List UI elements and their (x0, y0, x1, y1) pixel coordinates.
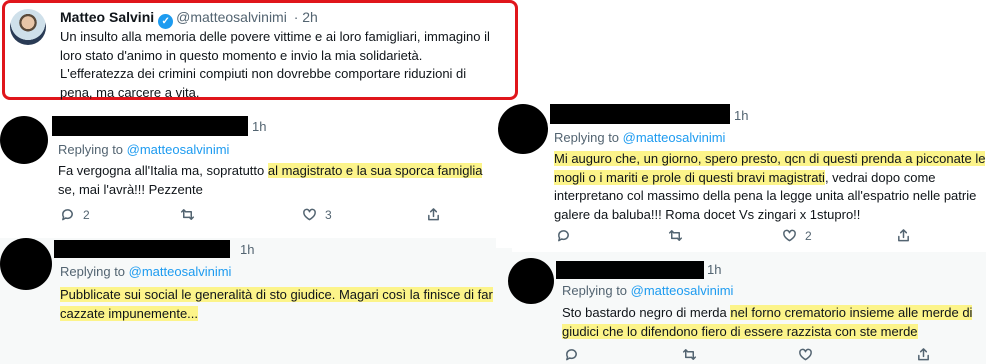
reply-tweet-4[interactable]: 1h Replying to @matteosalvinimi Sto bast… (506, 252, 986, 364)
redacted-username (556, 261, 704, 279)
share-icon (898, 229, 909, 242)
tweet-text-line: pena, ma carcere a vita. (60, 84, 200, 100)
main-tweet[interactable]: Matteo Salvini ✓ @matteosalvinimi · 2h Un … (2, 0, 518, 100)
like-count: 3 (325, 207, 332, 222)
share-icon (428, 208, 439, 221)
highlighted-text: al magistrato e la sua sporca famiglia (267, 163, 483, 178)
author-handle[interactable]: @matteosalvinimi (176, 9, 287, 25)
tweet-time[interactable]: 1h (707, 262, 721, 277)
author-name[interactable]: Matteo Salvini (60, 9, 154, 25)
highlighted-text: nel forno crematorio insieme alle merde … (730, 305, 973, 320)
share-button[interactable] (896, 228, 911, 243)
heart-icon (303, 208, 316, 221)
tweet-time[interactable]: · 2h (294, 9, 318, 25)
highlighted-text: Pubblicate sui social le generalità di s… (60, 287, 493, 302)
tweet-text-line: L'efferatezza dei crimini compiuti non d… (60, 66, 467, 81)
tweet-text: Fa vergogna all'Italia ma, sopratutto al… (58, 163, 483, 197)
share-icon (918, 348, 929, 361)
retweet-icon (682, 349, 697, 360)
tweet-text: Un insulto alla memoria delle povere vit… (60, 28, 490, 102)
avatar[interactable] (0, 238, 52, 290)
heart-icon (783, 229, 796, 242)
tweet-text-line: loro stato d'animo in questo momento e i… (60, 47, 423, 63)
highlighted-text: giudici che lo difendono fiero di essere… (562, 324, 918, 339)
like-button[interactable]: 2 (782, 228, 812, 243)
verified-badge-icon: ✓ (158, 14, 174, 29)
replying-to: Replying to @matteosalvinimi (562, 283, 734, 298)
reply-tweet-3[interactable]: 1h Replying to @matteosalvinimi Mi augur… (496, 100, 986, 248)
mention-link[interactable]: @matteosalvinimi (623, 130, 726, 145)
like-count: 2 (805, 228, 812, 243)
tweet-text: Mi auguro che, un giorno, spero presto, … (554, 151, 986, 222)
reply-button[interactable]: 2 (60, 207, 90, 222)
retweet-icon (668, 230, 683, 241)
avatar[interactable] (508, 258, 554, 304)
retweet-button[interactable] (180, 207, 195, 222)
retweet-button[interactable] (668, 228, 683, 243)
reply-button[interactable] (564, 347, 579, 362)
highlighted-text: mogli o i mariti e prole di questi bravi… (554, 169, 825, 185)
reply-count: 2 (83, 207, 90, 222)
avatar[interactable] (10, 9, 46, 45)
share-button[interactable] (426, 207, 441, 222)
retweet-icon (180, 209, 195, 220)
reply-icon (558, 230, 569, 242)
tweet-time[interactable]: 1h (252, 119, 266, 134)
replying-to: Replying to @matteosalvinimi (554, 130, 726, 145)
highlighted-text: Mi auguro che, un giorno, spero presto, … (554, 151, 986, 166)
author-line: Matteo Salvini ✓ @matteosalvinimi · 2h (60, 9, 318, 29)
tweet-time[interactable]: 1h (734, 108, 748, 123)
reply-tweet-2[interactable]: 1h Replying to @matteosalvinimi Pubblica… (0, 238, 512, 364)
reply-icon (566, 349, 577, 361)
retweet-button[interactable] (682, 347, 697, 362)
tweet-text-line: Un insulto alla memoria delle povere vit… (60, 29, 490, 44)
redacted-username (54, 240, 230, 258)
mention-link[interactable]: @matteosalvinimi (129, 264, 232, 279)
tweet-text: Pubblicate sui social le generalità di s… (60, 285, 493, 323)
mention-link[interactable]: @matteosalvinimi (631, 283, 734, 298)
like-button[interactable]: 3 (302, 207, 332, 222)
tweet-text: Sto bastardo negro di merda nel forno cr… (562, 305, 973, 339)
avatar[interactable] (498, 104, 548, 154)
heart-icon (799, 348, 812, 361)
redacted-username (52, 116, 248, 136)
replying-to: Replying to @matteosalvinimi (60, 264, 232, 279)
share-button[interactable] (916, 347, 931, 362)
highlighted-text: cazzate impunemente... (60, 306, 199, 321)
reply-tweet-1[interactable]: 1h Replying to @matteosalvinimi Fa vergo… (0, 110, 510, 230)
replying-to: Replying to @matteosalvinimi (58, 142, 230, 157)
like-button[interactable] (798, 347, 813, 362)
reply-button[interactable] (556, 228, 571, 243)
reply-icon (62, 209, 73, 221)
tweet-time[interactable]: 1h (240, 242, 254, 257)
redacted-username (550, 104, 730, 124)
avatar[interactable] (0, 116, 48, 164)
mention-link[interactable]: @matteosalvinimi (127, 142, 230, 157)
